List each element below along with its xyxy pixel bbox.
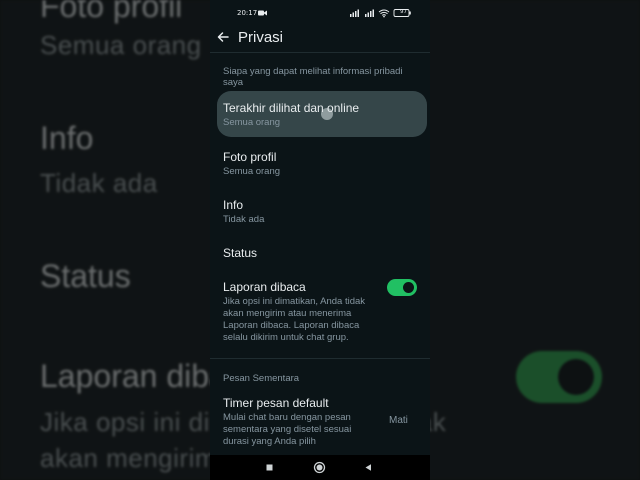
setting-read-receipts-description: Jika opsi ini dimatikan, Anda tidak akan… bbox=[223, 296, 366, 343]
read-receipts-toggle[interactable] bbox=[387, 279, 417, 296]
setting-default-timer-description: Mulai chat baru dengan pesan sementara y… bbox=[223, 412, 352, 447]
default-timer-value: Mati bbox=[389, 415, 408, 426]
setting-status-title: Status bbox=[223, 246, 258, 260]
signal-icon bbox=[350, 9, 359, 17]
section-header-personal-info: Siapa yang dapat melihat informasi priba… bbox=[223, 66, 403, 88]
setting-info-value: Tidak ada bbox=[223, 214, 265, 225]
bg-info-title: Info bbox=[40, 120, 94, 156]
wifi-icon bbox=[378, 9, 390, 16]
status-bar: 20:17 97 bbox=[210, 0, 430, 24]
battery-level: 97 bbox=[400, 9, 407, 15]
bg-toggle bbox=[516, 351, 602, 403]
video-camera-icon bbox=[258, 10, 267, 16]
setting-profile-photo[interactable]: Foto profil Semua orang bbox=[210, 141, 430, 185]
phone-screen: 20:17 97 Privasi Siapa yang dapat meliha… bbox=[210, 0, 430, 480]
page-title: Privasi bbox=[238, 29, 284, 46]
setting-last-seen-online[interactable]: Terakhir dilihat dan online Semua orang bbox=[210, 91, 430, 137]
setting-default-timer-title: Timer pesan default bbox=[223, 396, 329, 410]
status-time: 20:17 bbox=[237, 9, 258, 17]
signal-icon-2 bbox=[365, 9, 374, 17]
setting-profile-photo-value: Semua orang bbox=[223, 166, 281, 177]
app-header: Privasi bbox=[210, 24, 430, 53]
setting-profile-photo-title: Foto profil bbox=[223, 150, 277, 164]
screen-recording-frame: Foto profil Semua orang Info Tidak ada S… bbox=[0, 0, 640, 480]
bg-profile-photo-title: Foto profil bbox=[40, 0, 183, 24]
setting-status[interactable]: Status bbox=[210, 239, 430, 267]
setting-info[interactable]: Info Tidak ada bbox=[210, 189, 430, 233]
section-divider bbox=[210, 358, 430, 359]
circle-icon[interactable] bbox=[313, 461, 326, 474]
toggle-knob bbox=[403, 282, 414, 293]
square-icon[interactable] bbox=[263, 461, 276, 474]
triangle-icon[interactable] bbox=[362, 461, 375, 474]
bg-info-value: Tidak ada bbox=[40, 168, 158, 198]
setting-read-receipts-title: Laporan dibaca bbox=[223, 280, 306, 294]
bg-status-title: Status bbox=[40, 258, 131, 294]
system-navigation-bar bbox=[210, 455, 430, 480]
privacy-settings-list: Siapa yang dapat melihat informasi priba… bbox=[210, 53, 430, 455]
arrow-left-icon[interactable] bbox=[216, 30, 230, 44]
setting-last-seen-value: Semua orang bbox=[223, 117, 281, 128]
bg-profile-photo-value: Semua orang bbox=[40, 30, 202, 60]
setting-info-title: Info bbox=[223, 198, 244, 212]
setting-last-seen-title: Terakhir dilihat dan online bbox=[223, 101, 360, 115]
bg-toggle-knob bbox=[558, 359, 594, 395]
section-header-disappearing: Pesan Sementara bbox=[223, 373, 300, 384]
